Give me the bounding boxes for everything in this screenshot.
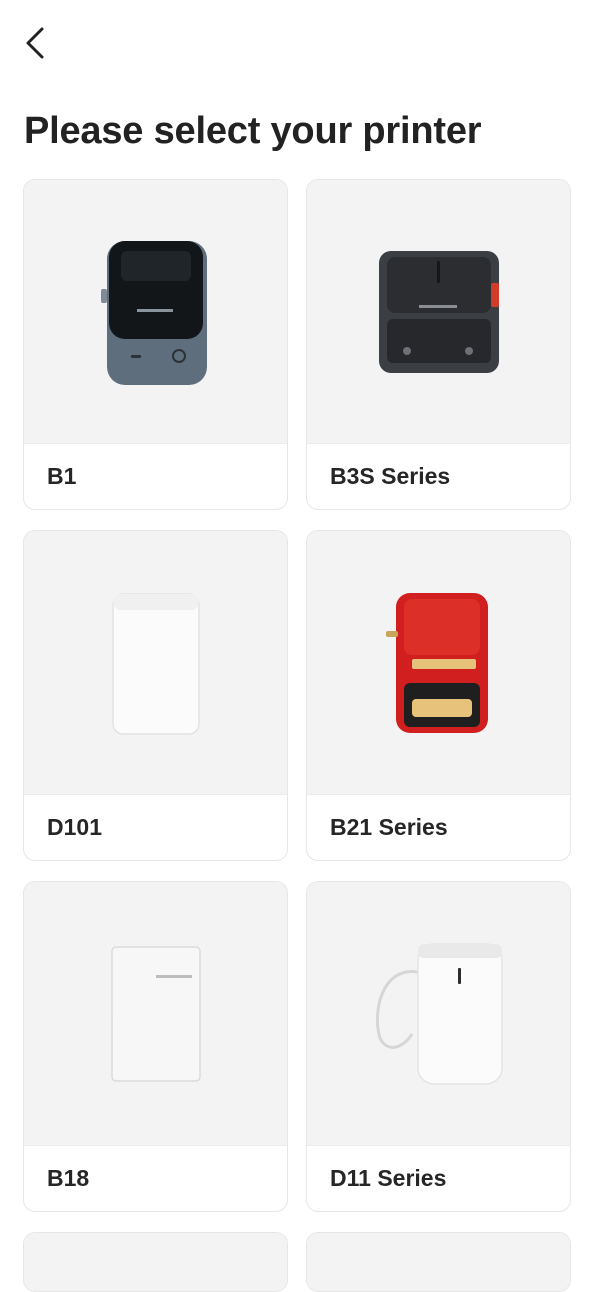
d11-printer-image <box>375 942 503 1085</box>
b3s-printer-image <box>378 250 499 373</box>
printer-card-b1[interactable]: B1 <box>23 179 288 510</box>
printer-card-b18[interactable]: B18 <box>23 881 288 1212</box>
back-button[interactable] <box>14 22 56 64</box>
printer-image-container <box>24 180 287 443</box>
printer-card-d11[interactable]: D11 Series <box>306 881 571 1212</box>
d101-printer-image <box>111 592 200 735</box>
printer-name: D11 Series <box>307 1145 570 1211</box>
chevron-left-icon <box>26 27 44 59</box>
b18-printer-image <box>110 945 201 1082</box>
printer-card-partial[interactable] <box>306 1232 571 1292</box>
printer-grid: B1 B3S Series D101 B21 Series B18 D11 Se… <box>23 179 571 1292</box>
printer-image-container <box>307 882 570 1145</box>
printer-card-b21[interactable]: B21 Series <box>306 530 571 861</box>
printer-card-d101[interactable]: D101 <box>23 530 288 861</box>
printer-name: D101 <box>24 794 287 860</box>
b21-printer-image <box>385 592 488 733</box>
page-title: Please select your printer <box>24 110 482 152</box>
printer-image-container <box>24 531 287 794</box>
b1-printer-image <box>100 240 207 385</box>
printer-name: B21 Series <box>307 794 570 860</box>
printer-image-container <box>307 531 570 794</box>
printer-image-container <box>307 1233 570 1291</box>
printer-name: B18 <box>24 1145 287 1211</box>
printer-name: B1 <box>24 443 287 509</box>
printer-image-container <box>307 180 570 443</box>
printer-image-container <box>24 1233 287 1291</box>
printer-card-b3s[interactable]: B3S Series <box>306 179 571 510</box>
printer-image-container <box>24 882 287 1145</box>
printer-card-partial[interactable] <box>23 1232 288 1292</box>
printer-name: B3S Series <box>307 443 570 509</box>
